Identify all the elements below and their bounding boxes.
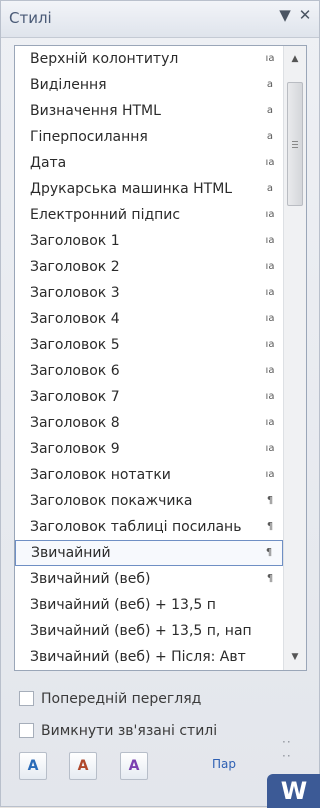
styles-listbox[interactable]: Верхній колонтитул ıа Виділення a Визначення… [14,45,307,671]
style-item[interactable]: Заголовок 8 ıа [15,410,283,436]
style-type-icon: a [266,79,274,90]
style-type-icon: ıа [265,469,275,480]
style-item-label: Заголовок 7 [30,389,120,405]
style-type-icon: ıа [265,209,275,220]
preview-checkbox[interactable] [19,691,34,706]
manage-styles-icon: A [128,758,140,774]
style-item-label: Заголовок 3 [30,285,120,301]
style-type-icon: ¶ [266,521,274,532]
style-type-icon: a [266,183,274,194]
close-icon[interactable]: ✕ [295,6,315,24]
style-item[interactable]: Звичайний (веб) + Після: Авт [15,644,283,670]
style-inspector-button[interactable]: A [69,752,97,780]
style-item[interactable]: Дата ıа [15,150,283,176]
style-type-icon: ¶ [266,495,274,506]
style-item-label: Заголовок 5 [30,337,120,353]
style-item[interactable]: Заголовок нотатки ıа [15,462,283,488]
scroll-down-arrow-icon[interactable]: ▼ [284,648,306,666]
style-item-label: Звичайний (веб) + Після: Авт [30,649,246,665]
style-type-icon: ıа [265,157,275,168]
style-item[interactable]: Друкарська машинка HTML a [15,176,283,202]
style-item[interactable]: Визначення HTML a [15,98,283,124]
thumb-grip [292,147,298,148]
scrollbar-thumb[interactable] [287,82,303,206]
style-item-label: Заголовок 4 [30,311,120,327]
style-item-label: Заголовок 9 [30,441,120,457]
style-item-label: Гіперпосилання [30,129,148,145]
style-type-icon: a [266,131,274,142]
style-type-icon: ıа [265,391,275,402]
style-item[interactable]: Заголовок 6 ıа [15,358,283,384]
style-type-icon: ¶ [266,573,274,584]
style-item-label: Електронний підпис [30,207,181,223]
style-item[interactable]: Заголовок 3 ıа [15,280,283,306]
style-item[interactable]: Звичайний (веб) + 13,5 п [15,592,283,618]
style-item-label: Звичайний (веб) + 13,5 п [30,597,216,613]
parameters-link[interactable]: Пар [212,757,236,771]
style-item-label: Заголовок 2 [30,259,120,275]
style-type-icon: ıа [265,417,275,428]
style-item[interactable]: Заголовок 5 ıа [15,332,283,358]
style-item-label: Заголовок нотатки [30,467,171,483]
pane-title: Стилі [9,9,52,27]
style-item-label: Верхній колонтитул [30,51,179,67]
style-item[interactable]: Заголовок 4 ıа [15,306,283,332]
style-type-icon: ıа [265,53,275,64]
style-type-icon: ıа [265,443,275,454]
style-item-label: Заголовок 6 [30,363,120,379]
scroll-up-arrow-icon[interactable]: ▲ [284,50,306,68]
word-logo: W [267,774,320,808]
style-item-selected[interactable]: Звичайний ¶ [15,540,283,566]
style-item-label: Заголовок 8 [30,415,120,431]
styles-pane: Стилі ▼ ✕ Верхній колонтитул ıа Виділення a… [0,0,320,808]
style-item[interactable]: Заголовок 9 ıа [15,436,283,462]
style-item-label: Дата [30,155,67,171]
style-item-label: Заголовок 1 [30,233,120,249]
new-style-button[interactable]: A [19,752,47,780]
style-item[interactable]: Звичайний (веб) + 13,5 п, нап [15,618,283,644]
style-item[interactable]: Звичайний (веб) ¶ [15,566,283,592]
style-type-icon: a [266,105,274,116]
style-item[interactable]: Заголовок 7 ıа [15,384,283,410]
style-type-icon: ıа [265,313,275,324]
styles-list: Верхній колонтитул ıа Виділення a Визначення… [15,46,283,670]
style-item-label: Звичайний (веб) + 13,5 п, нап [30,623,252,639]
style-item-label: Визначення HTML [30,103,161,119]
style-item[interactable]: Заголовок 2 ıа [15,254,283,280]
style-item[interactable]: Верхній колонтитул ıа [15,46,283,72]
pane-title-bar: Стилі ▼ ✕ [1,1,319,38]
style-item-label: Заголовок таблиці посилань [30,519,242,535]
style-item[interactable]: Заголовок покажчика ¶ [15,488,283,514]
style-item[interactable]: Заголовок 1 ıа [15,228,283,254]
style-item[interactable]: Заголовок таблиці посилань ¶ [15,514,283,540]
style-type-icon: ıа [265,287,275,298]
style-item[interactable]: Гіперпосилання a [15,124,283,150]
pane-options-dropdown-icon[interactable]: ▼ [275,6,295,24]
style-item-label: Заголовок покажчика [30,493,193,509]
style-type-icon: ıа [265,261,275,272]
disable-linked-styles-checkbox[interactable] [19,723,34,738]
style-item-label: Виділення [30,77,107,93]
new-style-icon: A [27,758,39,774]
preview-label: Попередній перегляд [41,691,202,707]
style-item-label: Звичайний [31,545,111,561]
style-type-icon: ıа [265,339,275,350]
disable-linked-styles-label: Вимкнути зв'язані стилі [41,723,218,739]
thumb-grip [292,141,298,142]
resize-grip-icon: ⋅⋅ ⋅⋅ [282,735,292,763]
style-type-icon: ¶ [265,547,273,558]
style-type-icon: ıа [265,235,275,246]
style-item-label: Друкарська машинка HTML [30,181,233,197]
thumb-grip [292,144,298,145]
style-item[interactable]: Електронний підпис ıа [15,202,283,228]
vertical-scrollbar[interactable]: ▲ ▼ [283,46,306,670]
manage-styles-button[interactable]: A [120,752,148,780]
style-inspector-icon: A [77,758,89,774]
style-type-icon: ıа [265,365,275,376]
style-item-label: Звичайний (веб) [30,571,151,587]
style-item[interactable]: Виділення a [15,72,283,98]
